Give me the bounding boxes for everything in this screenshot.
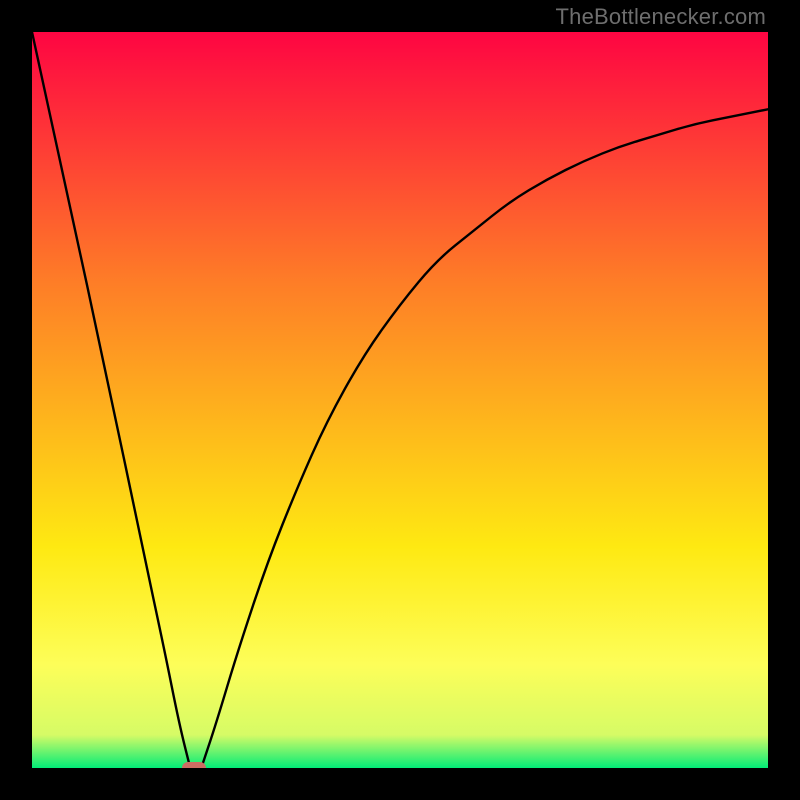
chart-frame <box>32 32 768 768</box>
min-marker-dot <box>182 762 206 768</box>
plot-area <box>32 32 768 768</box>
bottleneck-curve <box>32 32 768 768</box>
watermark-text: TheBottlenecker.com <box>556 4 766 30</box>
